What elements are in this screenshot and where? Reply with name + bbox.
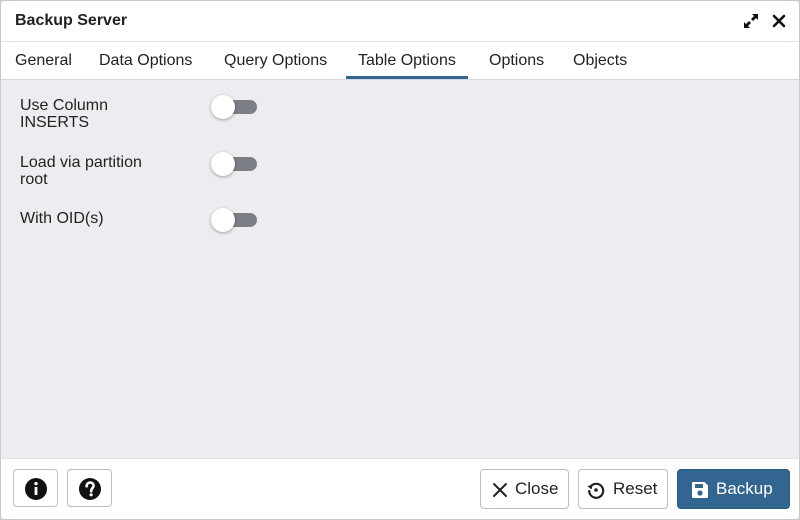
tab-table-options[interactable]: Table Options bbox=[346, 42, 468, 79]
switch-knob bbox=[211, 208, 235, 232]
close-icon[interactable] bbox=[769, 11, 789, 31]
dialog-footer: Close Reset Backup bbox=[1, 458, 799, 519]
switch-knob bbox=[211, 95, 235, 119]
load-via-partition-root-switch[interactable] bbox=[211, 152, 257, 176]
close-button-label: Close bbox=[515, 479, 559, 498]
reset-button-label: Reset bbox=[613, 479, 658, 498]
tab-general[interactable]: General bbox=[3, 42, 84, 80]
dialog-titlebar: Backup Server bbox=[1, 1, 799, 42]
reset-icon bbox=[586, 480, 606, 500]
info-button[interactable] bbox=[13, 469, 58, 507]
tab-bar: General Data Options Query Options Table… bbox=[1, 42, 799, 80]
tab-options[interactable]: Options bbox=[477, 42, 556, 80]
tab-objects[interactable]: Objects bbox=[561, 42, 639, 80]
backup-server-dialog: Backup Server General Data Options Query… bbox=[0, 0, 800, 520]
backup-button[interactable]: Backup bbox=[677, 469, 790, 509]
backup-button-label: Backup bbox=[716, 479, 773, 498]
help-button[interactable] bbox=[67, 469, 112, 507]
load-via-partition-root-label: Load via partition root bbox=[20, 154, 142, 188]
use-column-inserts-switch[interactable] bbox=[211, 95, 257, 119]
expand-icon[interactable] bbox=[741, 11, 761, 31]
save-icon bbox=[690, 480, 710, 500]
info-icon bbox=[25, 478, 47, 500]
help-icon bbox=[79, 478, 101, 500]
use-column-inserts-label: Use Column INSERTS bbox=[20, 97, 109, 131]
close-icon bbox=[490, 480, 510, 500]
dialog-title: Backup Server bbox=[15, 12, 128, 29]
with-oids-switch[interactable] bbox=[211, 208, 257, 232]
tab-data-options[interactable]: Data Options bbox=[87, 42, 204, 80]
tab-query-options[interactable]: Query Options bbox=[212, 42, 339, 80]
switch-knob bbox=[211, 152, 235, 176]
close-button[interactable]: Close bbox=[480, 469, 569, 509]
reset-button[interactable]: Reset bbox=[578, 469, 668, 509]
with-oids-label: With OID(s) bbox=[20, 210, 104, 227]
